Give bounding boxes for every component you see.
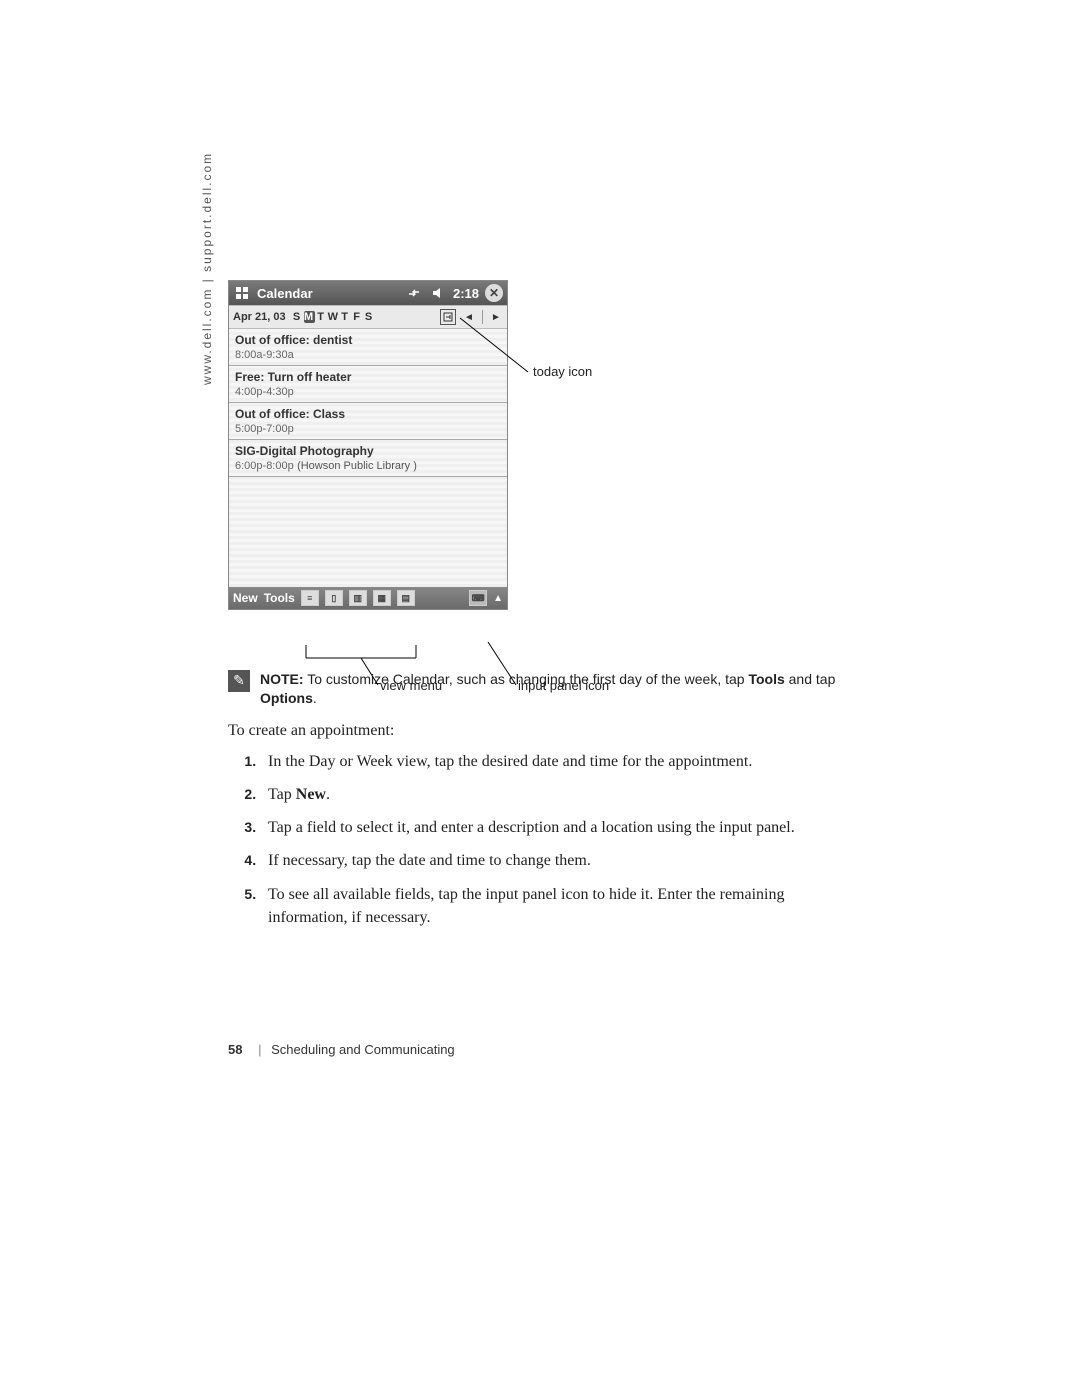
note-icon: ✎ [228, 670, 250, 692]
appointment-list: Out of office: dentist 8:00a-9:30a Free:… [229, 329, 507, 587]
appt-title: Free: Turn off heater [235, 370, 501, 384]
screenshot-calendar: Calendar 2:18 ✕ Apr 21, 03 S M T W T F S [228, 280, 508, 610]
app-title: Calendar [257, 286, 313, 301]
intro-text: To create an appointment: [228, 722, 868, 740]
appt-title: Out of office: Class [235, 407, 501, 421]
connectivity-icon[interactable] [405, 284, 423, 302]
steps-list: In the Day or Week view, tap the desired… [260, 750, 868, 929]
step-item: To see all available fields, tap the inp… [260, 883, 868, 929]
step-text: If necessary, tap the date and time to c… [268, 852, 591, 869]
step-item: If necessary, tap the date and time to c… [260, 849, 868, 872]
appt-time: 5:00p-7:00p [235, 423, 501, 435]
clock-time: 2:18 [453, 286, 479, 301]
input-panel-icon[interactable]: ⌨ [469, 590, 487, 606]
view-agenda-icon[interactable]: ≡ [301, 590, 319, 606]
note-body: To customize Calendar, such as changing … [304, 671, 749, 687]
step-text: Tap [268, 786, 296, 803]
side-url: www.dell.com | support.dell.com [200, 152, 214, 385]
step-strong: New [296, 786, 326, 803]
note-label: NOTE: [260, 671, 304, 687]
appt-time: 8:00a-9:30a [235, 349, 501, 361]
step-text: In the Day or Week view, tap the desired… [268, 753, 752, 770]
bottom-bar: New Tools ≡ ▯ ▥ ▦ ▤ ⌨ ▲ [229, 587, 507, 609]
today-icon[interactable] [440, 309, 456, 325]
titlebar: Calendar 2:18 ✕ [229, 281, 507, 305]
start-icon[interactable] [233, 284, 251, 302]
tools-button[interactable]: Tools [264, 591, 295, 605]
view-year-icon[interactable]: ▤ [397, 590, 415, 606]
view-month-icon[interactable]: ▦ [373, 590, 391, 606]
step-item: Tap New. [260, 783, 868, 806]
dow-w[interactable]: W [328, 311, 339, 323]
close-icon[interactable]: ✕ [485, 284, 503, 302]
step-text: Tap a field to select it, and enter a de… [268, 819, 795, 836]
dow-f[interactable]: F [352, 311, 363, 323]
appt-location: (Howson Public Library ) [297, 460, 417, 472]
list-item[interactable]: Out of office: dentist 8:00a-9:30a [229, 329, 507, 366]
appt-title: SIG-Digital Photography [235, 444, 501, 458]
list-item[interactable]: Out of office: Class 5:00p-7:00p [229, 403, 507, 440]
note-tools: Tools [748, 671, 784, 687]
step-item: In the Day or Week view, tap the desired… [260, 750, 868, 773]
sip-up-arrow-icon[interactable]: ▲ [493, 593, 503, 604]
list-item[interactable]: Free: Turn off heater 4:00p-4:30p [229, 366, 507, 403]
prev-arrow-icon[interactable]: ◄ [462, 309, 476, 325]
appt-time: 6:00p-8:00p [235, 460, 294, 472]
note-body: and tap [785, 671, 836, 687]
dow-s2[interactable]: S [364, 311, 375, 323]
note-text: NOTE: To customize Calendar, such as cha… [260, 670, 868, 708]
section-title: Scheduling and Communicating [271, 1042, 455, 1057]
speaker-icon[interactable] [429, 284, 447, 302]
new-button[interactable]: New [233, 591, 258, 605]
view-day-icon[interactable]: ▯ [325, 590, 343, 606]
view-week-icon[interactable]: ▥ [349, 590, 367, 606]
page-footer: 58 | Scheduling and Communicating [228, 1042, 455, 1057]
step-item: Tap a field to select it, and enter a de… [260, 816, 868, 839]
list-item[interactable]: SIG-Digital Photography 6:00p-8:00p (How… [229, 440, 507, 477]
step-text: . [326, 786, 330, 803]
appt-time: 4:00p-4:30p [235, 386, 501, 398]
footer-separator: | [258, 1042, 261, 1057]
dow-t2[interactable]: T [340, 311, 351, 323]
dow-t[interactable]: T [316, 311, 327, 323]
appt-title: Out of office: dentist [235, 333, 501, 347]
dow-m[interactable]: M [304, 311, 315, 323]
note-body: . [313, 690, 317, 706]
current-date: Apr 21, 03 [233, 311, 286, 323]
dow-s[interactable]: S [292, 311, 303, 323]
note-options: Options [260, 690, 313, 706]
day-selector-bar: Apr 21, 03 S M T W T F S ◄ ► [229, 305, 507, 329]
next-arrow-icon[interactable]: ► [489, 309, 503, 325]
step-text: To see all available fields, tap the inp… [268, 886, 785, 926]
day-of-week-row[interactable]: S M T W T F S [292, 311, 375, 323]
page-number: 58 [228, 1042, 242, 1057]
